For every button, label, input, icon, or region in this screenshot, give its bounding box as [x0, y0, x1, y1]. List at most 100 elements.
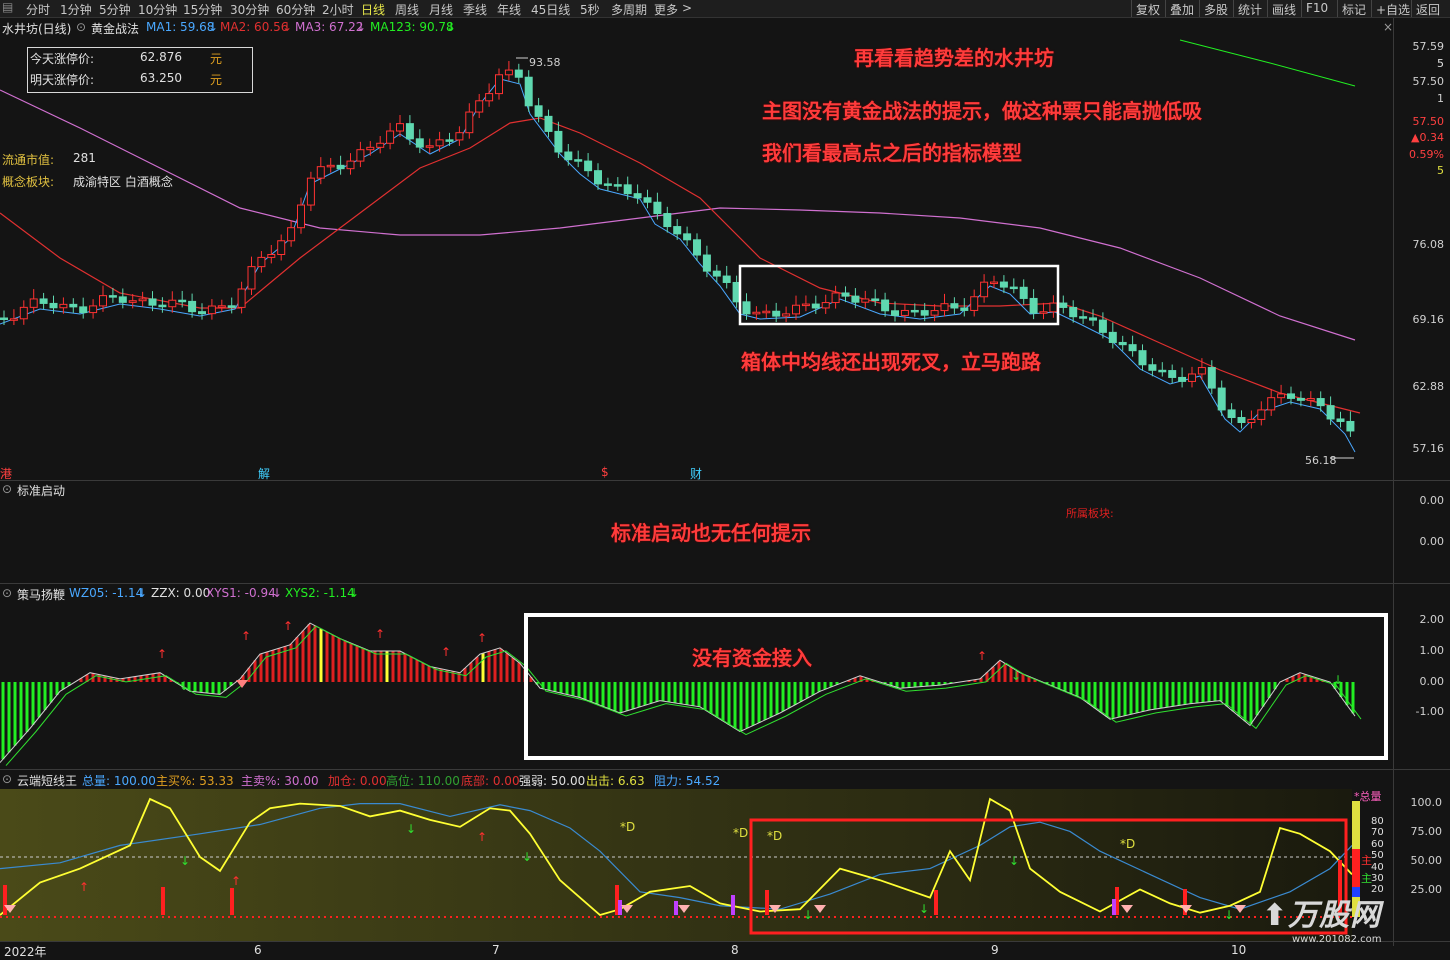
menu-icon[interactable]: ▤: [2, 0, 13, 14]
limit-tomorrow-label: 明天涨停价:: [30, 73, 95, 87]
d-mark: *D: [733, 826, 749, 840]
overlay-button[interactable]: 叠加: [1165, 0, 1198, 17]
chevron-right-icon[interactable]: >: [682, 1, 692, 15]
marker-cai[interactable]: 财: [690, 465, 702, 482]
candle-body: [1197, 367, 1206, 375]
arrow-down-icon: ↓: [282, 20, 293, 34]
candle-body: [1079, 316, 1088, 319]
axis-tick: 62.88: [1412, 380, 1445, 393]
yunduan-indicator-chart[interactable]: ↑ ↑ ↑ ↓ ↓ ↓ ↓ ↓ ↓ ↓: [0, 789, 1393, 941]
mark-button[interactable]: 标记: [1337, 0, 1370, 17]
tab-fenshi[interactable]: 分时: [26, 1, 50, 18]
tab-quarterly[interactable]: 季线: [463, 1, 487, 18]
candle-body: [524, 76, 533, 107]
panel-divider[interactable]: [0, 583, 1450, 584]
draw-line-button[interactable]: 画线: [1267, 0, 1300, 17]
xaxis-month: 7: [492, 943, 500, 957]
candle-body: [910, 309, 919, 313]
stats-button[interactable]: 统计: [1233, 0, 1266, 17]
panel-divider[interactable]: [0, 769, 1450, 770]
float-cap-value: 281: [73, 151, 96, 165]
zhumai-value: 主买%: 53.33: [156, 774, 234, 788]
tab-5sec[interactable]: 5秒: [580, 1, 600, 18]
right-info-8: 5: [1437, 164, 1444, 177]
collapse-icon[interactable]: ⊙: [2, 586, 12, 600]
panel4-title[interactable]: 云端短线王: [17, 772, 77, 789]
xaxis-line: [0, 941, 1450, 942]
candle-body: [1336, 418, 1345, 422]
multi-stock-button[interactable]: 多股: [1199, 0, 1232, 17]
tab-yearly[interactable]: 年线: [497, 1, 521, 18]
jiacang-spike: [230, 888, 234, 915]
collapse-icon[interactable]: ⊙: [2, 772, 12, 786]
tab-10min[interactable]: 10分钟: [138, 1, 177, 18]
arrow-down-icon: ↓: [208, 20, 219, 34]
close-icon[interactable]: ×: [1383, 20, 1393, 34]
jiacang-value: 加仓: 0.00: [328, 774, 387, 788]
candle-body: [1019, 286, 1028, 299]
down-arrow-icon: ↓: [179, 679, 189, 693]
candle-body: [495, 74, 503, 95]
candle-body: [722, 275, 731, 283]
candle-body: [89, 305, 98, 314]
tab-2hour[interactable]: 2小时: [322, 1, 354, 18]
down-arrow-icon: ↓: [180, 854, 190, 868]
candle-body: [1316, 398, 1325, 407]
tab-30min[interactable]: 30分钟: [230, 1, 269, 18]
candle-body: [534, 105, 543, 117]
candle-body: [217, 305, 226, 308]
cmyb-indicator-chart[interactable]: ↑ ↑ ↑ ↑ ↑ ↑ ↑ ↓ ↓ ↓: [0, 600, 1393, 768]
high-price-label: 93.58: [529, 56, 561, 69]
candle-body: [683, 233, 692, 241]
marker-dollar[interactable]: $: [601, 465, 609, 479]
tab-45day[interactable]: 45日线: [531, 1, 570, 18]
marker-gang[interactable]: 港: [0, 465, 12, 482]
annotation-no-funds: 没有资金接入: [692, 646, 812, 670]
legend-bar-red: [1352, 849, 1360, 887]
tab-15min[interactable]: 15分钟: [183, 1, 222, 18]
candle-body: [930, 310, 939, 316]
back-button[interactable]: 返回: [1411, 0, 1444, 17]
candle-body: [297, 204, 305, 229]
panel-divider[interactable]: [0, 480, 1450, 481]
collapse-icon[interactable]: ⊙: [2, 482, 12, 496]
candle-body: [633, 193, 642, 199]
f10-button[interactable]: F10: [1301, 0, 1332, 17]
candle-body: [99, 295, 107, 307]
marker-jie[interactable]: 解: [258, 465, 270, 482]
ma3-line: [0, 89, 1356, 341]
right-info-7: 0.59%: [1409, 148, 1444, 161]
candle-body: [158, 304, 167, 308]
candle-body: [1306, 398, 1315, 401]
limit-tomorrow-value: 63.250: [140, 71, 182, 85]
tab-multi-period[interactable]: 多周期: [611, 1, 647, 18]
candle-body: [257, 256, 266, 268]
limit-today-label: 今天涨停价:: [30, 52, 95, 66]
candle-body: [772, 310, 781, 317]
candle-body: [1049, 302, 1058, 313]
tab-weekly[interactable]: 周线: [395, 1, 419, 18]
candle-body: [198, 311, 206, 315]
indicator-name[interactable]: 黄金战法: [91, 20, 139, 37]
fuquan-button[interactable]: 复权: [1131, 0, 1164, 17]
tab-more[interactable]: 更多: [654, 1, 678, 18]
tab-daily[interactable]: 日线: [361, 1, 385, 18]
candle-body: [1118, 341, 1127, 346]
add-watchlist-button[interactable]: +自选: [1371, 0, 1414, 17]
candle-body: [861, 298, 870, 303]
panel2-title[interactable]: 标准启动: [17, 482, 65, 499]
xaxis-month: 6: [254, 943, 262, 957]
candle-body: [79, 306, 88, 314]
d-mark: *D: [1120, 837, 1136, 851]
candle-body: [1059, 302, 1068, 308]
panel3-title[interactable]: 策马扬鞭: [17, 586, 65, 603]
indicator-settings-icon[interactable]: ⊙: [76, 20, 86, 34]
tab-60min[interactable]: 60分钟: [276, 1, 315, 18]
candle-body: [693, 239, 701, 256]
candle-body: [207, 305, 216, 315]
candle-body: [1346, 420, 1355, 432]
tab-1min[interactable]: 1分钟: [60, 1, 92, 18]
candle-body: [564, 151, 573, 161]
tab-5min[interactable]: 5分钟: [99, 1, 131, 18]
tab-monthly[interactable]: 月线: [429, 1, 453, 18]
